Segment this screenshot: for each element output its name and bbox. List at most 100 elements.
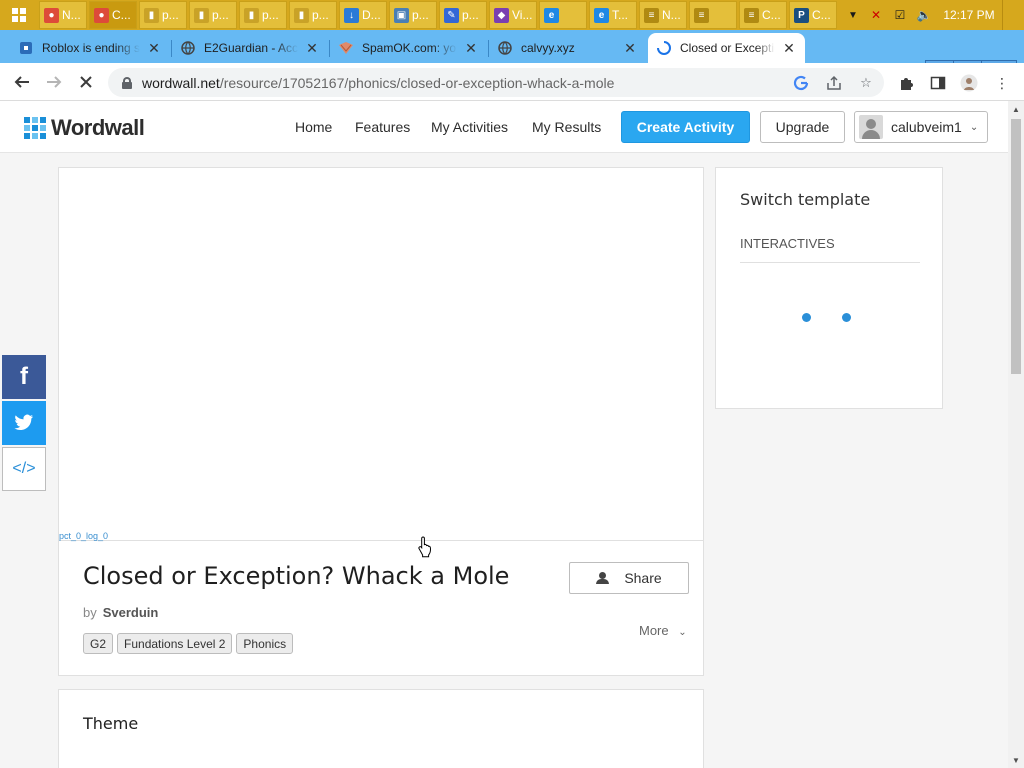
back-arrow-icon[interactable] xyxy=(8,68,36,96)
taskbar-item-label: N... xyxy=(62,8,81,22)
url-host: wordwall.net xyxy=(142,74,220,91)
clock[interactable]: 12:17 PM xyxy=(936,8,1002,22)
taskbar-item[interactable]: ▮ p... xyxy=(239,1,287,29)
volume-muted-icon[interactable]: 🔈 xyxy=(912,0,936,30)
more-toggle[interactable]: More ⌄ xyxy=(639,623,687,638)
taskbar-item[interactable]: ≡ C... xyxy=(739,1,787,29)
activity-title: Closed or Exception? Whack a Mole xyxy=(83,562,510,590)
taskbar-item[interactable]: ≡ N... xyxy=(639,1,687,29)
wordwall-logo[interactable]: Wordwall xyxy=(24,115,145,141)
taskbar-item-label: N... xyxy=(662,8,681,22)
taskbar-item[interactable]: ▮ p... xyxy=(289,1,337,29)
tag-chip[interactable]: Fundations Level 2 xyxy=(117,633,233,654)
taskbar-item-label: p... xyxy=(312,8,329,22)
tag-chip[interactable]: G2 xyxy=(83,633,114,654)
tab-title: SpamOK.com: yo xyxy=(362,41,457,55)
google-lens-icon[interactable] xyxy=(791,73,811,93)
document-icon: ▮ xyxy=(294,7,309,23)
theme-heading: Theme xyxy=(83,714,139,733)
more-menu-icon[interactable]: ⋮ xyxy=(991,72,1013,94)
scroll-up-arrow-icon[interactable]: ▲ xyxy=(1008,101,1024,117)
wordwall-logo-icon xyxy=(24,117,46,139)
tab-title: E2Guardian - Acce xyxy=(204,41,298,55)
nav-home[interactable]: Home xyxy=(295,119,332,135)
taskbar-item-label: Vi... xyxy=(512,8,533,22)
by-prefix: by xyxy=(83,605,97,620)
profile-avatar-icon[interactable] xyxy=(958,72,980,94)
photoshop-icon: P xyxy=(794,7,809,23)
download-icon: ↓ xyxy=(344,7,359,23)
taskbar-item[interactable]: ◆ Vi... xyxy=(489,1,537,29)
taskbar-item[interactable]: P C... xyxy=(789,1,837,29)
nav-my-results[interactable]: My Results xyxy=(532,119,601,135)
scroll-thumb[interactable] xyxy=(1011,119,1021,374)
facebook-share-button[interactable]: f xyxy=(2,355,46,399)
facebook-icon: f xyxy=(20,363,28,390)
tab-spamok[interactable]: SpamOK.com: yo ✕ xyxy=(330,33,487,63)
taskbar-item-label: p... xyxy=(212,8,229,22)
tag-chip[interactable]: Phonics xyxy=(236,633,294,654)
taskbar-item-label: C... xyxy=(112,8,131,22)
address-bar[interactable]: wordwall.net/resource/17052167/phonics/c… xyxy=(108,68,884,97)
twitter-share-button[interactable] xyxy=(2,401,46,445)
forward-arrow-icon[interactable] xyxy=(40,68,68,96)
tab-roblox[interactable]: Roblox is ending s ✕ xyxy=(10,33,170,63)
taskbar-item-label: C... xyxy=(762,8,781,22)
create-activity-button[interactable]: Create Activity xyxy=(621,111,750,143)
chevron-down-icon: ⌄ xyxy=(678,627,687,638)
show-desktop-button[interactable] xyxy=(1002,0,1024,30)
url-text[interactable]: wordwall.net/resource/17052167/phonics/c… xyxy=(142,75,614,91)
document-icon: ▮ xyxy=(194,7,209,23)
tray-chevron-icon[interactable]: ▼ xyxy=(842,10,864,21)
scroll-down-arrow-icon[interactable]: ▼ xyxy=(1008,752,1024,768)
close-tab-icon[interactable]: ✕ xyxy=(463,40,479,57)
visual-studio-icon: ◆ xyxy=(494,7,509,23)
stop-loading-icon[interactable] xyxy=(72,68,100,96)
upgrade-button[interactable]: Upgrade xyxy=(760,111,845,143)
close-tab-icon[interactable]: ✕ xyxy=(781,40,797,57)
share-button[interactable]: Share xyxy=(569,562,689,594)
taskbar-item-label: p... xyxy=(462,8,479,22)
extensions-puzzle-icon[interactable] xyxy=(895,72,917,94)
page-scrollbar[interactable]: ▲ ▼ xyxy=(1008,101,1024,768)
embed-code-button[interactable]: </> xyxy=(2,447,46,491)
close-tab-icon[interactable]: ✕ xyxy=(622,40,638,57)
start-button[interactable] xyxy=(0,0,38,30)
notes-icon: ≡ xyxy=(644,7,659,23)
spamok-icon xyxy=(338,40,354,56)
photo-icon: ▣ xyxy=(394,7,409,23)
taskbar-item[interactable]: ● N... xyxy=(39,1,87,29)
taskbar-item[interactable]: e xyxy=(539,1,587,29)
notes-icon: ≡ xyxy=(694,7,709,23)
close-tab-icon[interactable]: ✕ xyxy=(304,40,320,57)
tag-list: G2 Fundations Level 2 Phonics xyxy=(83,633,294,654)
username: calubveim1 xyxy=(891,119,962,135)
taskbar-item[interactable]: ▮ p... xyxy=(139,1,187,29)
share-page-icon[interactable] xyxy=(824,73,844,93)
activity-player[interactable] xyxy=(59,168,703,541)
taskbar-item[interactable]: ✎ p... xyxy=(439,1,487,29)
bookmark-star-icon[interactable]: ☆ xyxy=(856,73,876,93)
close-tab-icon[interactable]: ✕ xyxy=(146,40,162,57)
tab-e2guardian[interactable]: E2Guardian - Acce ✕ xyxy=(172,33,328,63)
document-icon: ▮ xyxy=(144,7,159,23)
taskbar-item[interactable]: ● C... xyxy=(89,1,137,29)
side-panel-icon[interactable] xyxy=(927,72,949,94)
system-tray: ▼ ✕ ☑ 🔈 12:17 PM xyxy=(842,0,1024,30)
lock-icon[interactable] xyxy=(122,76,132,89)
taskbar-item[interactable]: ▮ p... xyxy=(189,1,237,29)
taskbar-item[interactable]: ≡ xyxy=(689,1,737,29)
tab-calvyy[interactable]: calvyy.xyz ✕ xyxy=(489,33,646,63)
nav-features[interactable]: Features xyxy=(355,119,410,135)
taskbar-item[interactable]: e T... xyxy=(589,1,637,29)
user-menu-button[interactable]: calubveim1 ⌄ xyxy=(854,111,988,143)
taskbar-item[interactable]: ↓ D... xyxy=(339,1,387,29)
chrome-icon: ● xyxy=(44,7,59,23)
nav-my-activities[interactable]: My Activities xyxy=(431,119,508,135)
tab-title: calvyy.xyz xyxy=(521,41,575,55)
network-error-icon[interactable]: ✕ xyxy=(864,0,888,30)
author-link[interactable]: Sverduin xyxy=(103,605,159,620)
tab-wordwall-active[interactable]: Closed or Exception ✕ xyxy=(648,33,805,63)
taskbar-item[interactable]: ▣ p... xyxy=(389,1,437,29)
sync-error-icon[interactable]: ☑ xyxy=(888,0,912,30)
